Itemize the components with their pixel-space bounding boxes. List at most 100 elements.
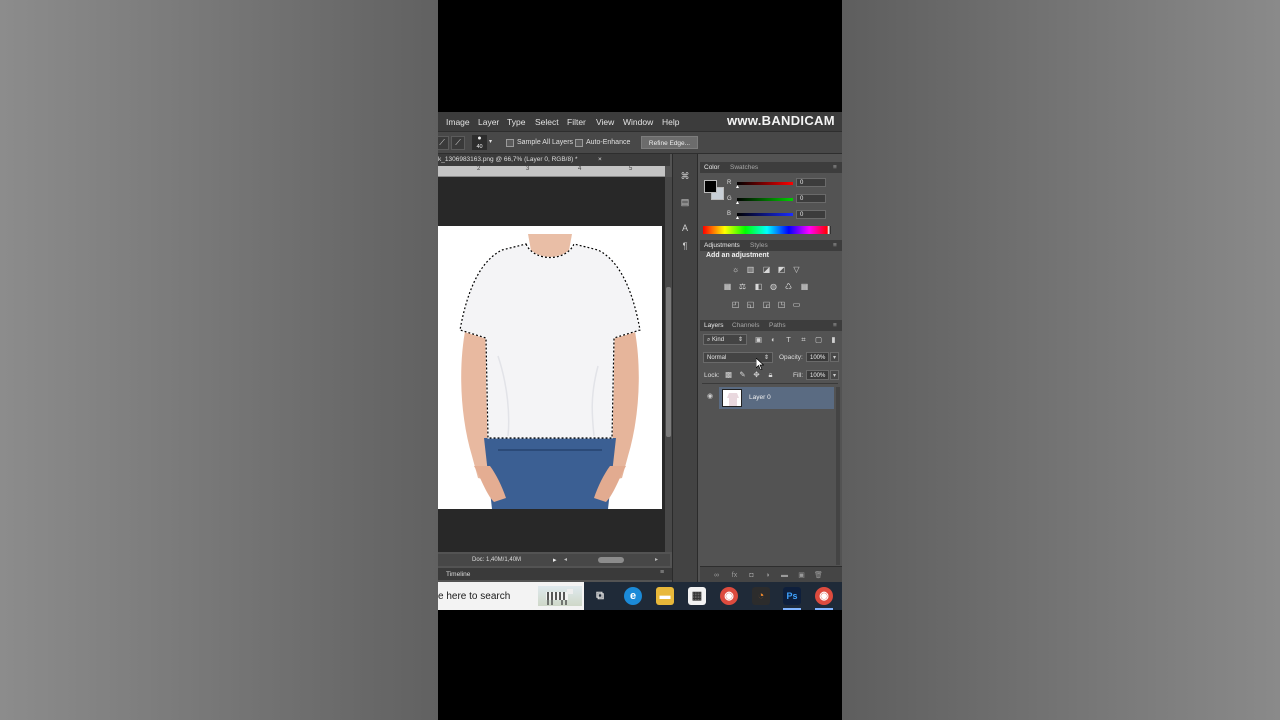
color-balance-icon[interactable]: ⚖: [738, 282, 747, 291]
layer-kind-filter[interactable]: ⌕ Kind ⇕: [703, 334, 747, 345]
brush-tool-icon[interactable]: ⟋: [438, 136, 449, 150]
sample-all-layers-checkbox[interactable]: [506, 139, 514, 147]
vibrance-icon[interactable]: ▽: [792, 265, 801, 274]
layer-row-layer-0[interactable]: Layer 0: [719, 387, 834, 409]
pixel-filter-icon[interactable]: ▣: [754, 335, 763, 344]
invert-icon[interactable]: ◰: [731, 300, 740, 309]
menu-select[interactable]: Select: [535, 117, 559, 127]
slider-handle-icon[interactable]: ▲: [735, 185, 740, 190]
auto-enhance-checkbox[interactable]: [575, 139, 583, 147]
task-view-icon[interactable]: ⧉: [591, 587, 609, 605]
vertical-scrollbar[interactable]: [665, 177, 672, 552]
menu-image[interactable]: Image: [446, 117, 470, 127]
selective-color-icon[interactable]: ◳: [777, 300, 786, 309]
fx-icon[interactable]: fx: [730, 571, 739, 580]
tab-adjustments[interactable]: Adjustments: [704, 242, 740, 249]
properties-icon[interactable]: ▤: [679, 196, 691, 208]
delete-layer-icon[interactable]: 🗑︎: [814, 571, 823, 580]
menu-layer[interactable]: Layer: [478, 117, 499, 127]
posterize-icon[interactable]: ◱: [746, 300, 755, 309]
scroll-left-arrow-icon[interactable]: ◂: [564, 556, 567, 563]
new-adjustment-layer-icon[interactable]: ◑: [763, 571, 772, 580]
scroll-right-arrow-icon[interactable]: ▸: [655, 556, 658, 563]
black-white-icon[interactable]: ◧: [754, 282, 763, 291]
panel-menu-icon[interactable]: ≡: [833, 322, 837, 329]
smart-object-filter-icon[interactable]: ▢: [814, 335, 823, 344]
gradient-map-icon[interactable]: ▭: [792, 300, 801, 309]
document-image[interactable]: [438, 226, 662, 509]
brush-size-picker[interactable]: ● 40: [472, 135, 487, 150]
tab-channels[interactable]: Channels: [732, 322, 759, 329]
timeline-panel-bar[interactable]: Timeline ≡: [438, 568, 672, 580]
menu-window[interactable]: Window: [623, 117, 653, 127]
vertical-scroll-thumb[interactable]: [666, 287, 671, 437]
levels-icon[interactable]: ▥: [746, 265, 755, 274]
panel-menu-icon[interactable]: ≡: [833, 164, 837, 171]
filter-toggle-icon[interactable]: ▮: [829, 335, 838, 344]
channel-b-value[interactable]: 0: [796, 210, 826, 219]
refine-edge-button[interactable]: Refine Edge...: [641, 136, 698, 149]
opacity-dropdown-icon[interactable]: ▾: [830, 352, 839, 362]
character-icon[interactable]: A: [679, 222, 691, 234]
exposure-icon[interactable]: ◩: [777, 265, 786, 274]
tab-swatches[interactable]: Swatches: [730, 164, 758, 171]
threshold-icon[interactable]: ◲: [762, 300, 771, 309]
taskbar-search-box[interactable]: e here to search: [438, 582, 584, 610]
blender-icon[interactable]: ◔: [752, 587, 770, 605]
brightness-icon[interactable]: ☼: [731, 265, 740, 274]
channel-g-slider[interactable]: [737, 198, 793, 201]
adjustment-filter-icon[interactable]: ◐: [769, 335, 778, 344]
curves-icon[interactable]: ◪: [762, 265, 771, 274]
photoshop-taskbar-icon[interactable]: Ps: [783, 587, 801, 605]
chrome-second-icon[interactable]: ◉: [815, 587, 833, 605]
lock-image-icon[interactable]: ✎: [738, 370, 747, 379]
new-group-icon[interactable]: ▬: [780, 571, 789, 580]
photo-filter-icon[interactable]: ◍: [769, 282, 778, 291]
shape-filter-icon[interactable]: ⌗: [799, 335, 808, 344]
tab-styles[interactable]: Styles: [750, 242, 768, 249]
menu-filter[interactable]: Filter: [567, 117, 586, 127]
document-close-icon[interactable]: ×: [598, 156, 602, 163]
add-mask-icon[interactable]: ◘: [747, 571, 756, 580]
layers-scrollbar[interactable]: [836, 387, 840, 565]
tab-color[interactable]: Color: [704, 164, 720, 171]
lock-position-icon[interactable]: ✥: [752, 370, 761, 379]
new-layer-icon[interactable]: ▣: [797, 571, 806, 580]
file-explorer-icon[interactable]: ▬: [656, 587, 674, 605]
panel-menu-icon[interactable]: ≡: [833, 242, 837, 249]
lock-transparent-icon[interactable]: ▩: [724, 370, 733, 379]
menu-help[interactable]: Help: [662, 117, 679, 127]
channel-b-slider[interactable]: [737, 213, 793, 216]
link-layers-icon[interactable]: ∞: [712, 571, 721, 580]
quick-selection-icon[interactable]: ⟋: [451, 136, 465, 150]
slider-handle-icon[interactable]: ▲: [735, 201, 740, 206]
channel-mixer-icon[interactable]: ♺: [784, 282, 793, 291]
opacity-input[interactable]: 100%: [806, 352, 829, 362]
timeline-menu-icon[interactable]: ≡: [660, 569, 664, 576]
visibility-eye-icon[interactable]: ◉: [705, 392, 715, 402]
color-spectrum-ramp[interactable]: [703, 226, 831, 234]
fill-input[interactable]: 100%: [806, 370, 829, 380]
channel-r-slider[interactable]: [737, 182, 793, 185]
fill-dropdown-icon[interactable]: ▾: [830, 370, 839, 380]
tab-layers[interactable]: Layers: [704, 322, 724, 329]
status-menu-arrow-icon[interactable]: ▸: [553, 556, 557, 564]
type-filter-icon[interactable]: T: [784, 335, 793, 344]
menu-type[interactable]: Type: [507, 117, 525, 127]
microsoft-store-icon[interactable]: ▦: [688, 587, 706, 605]
hue-saturation-icon[interactable]: ▦: [723, 282, 732, 291]
document-tab[interactable]: k_1306983163.png @ 66,7% (Layer 0, RGB/8…: [438, 154, 670, 166]
channel-r-value[interactable]: 0: [796, 178, 826, 187]
color-lookup-icon[interactable]: ▦: [800, 282, 809, 291]
canvas-area[interactable]: [438, 177, 665, 552]
channel-g-value[interactable]: 0: [796, 194, 826, 203]
paragraph-icon[interactable]: ¶: [679, 240, 691, 252]
horizontal-scroll-thumb[interactable]: [598, 557, 624, 563]
tab-paths[interactable]: Paths: [769, 322, 786, 329]
edge-browser-icon[interactable]: e: [624, 587, 642, 605]
brush-dropdown-arrow-icon[interactable]: ▾: [489, 138, 492, 145]
history-icon[interactable]: ⌘: [679, 170, 691, 182]
menu-view[interactable]: View: [596, 117, 614, 127]
lock-all-icon[interactable]: 🔒︎: [766, 370, 775, 379]
chrome-icon[interactable]: ◉: [720, 587, 738, 605]
